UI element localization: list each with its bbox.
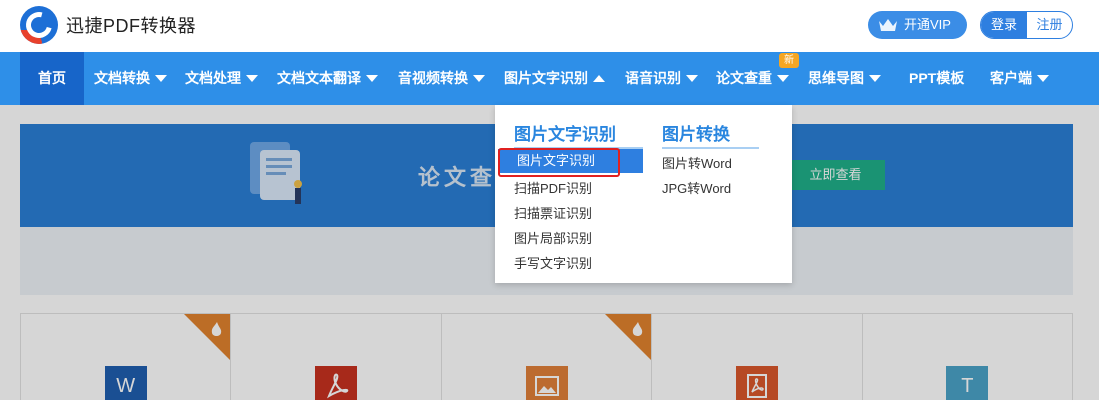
caret-down-icon xyxy=(777,75,789,82)
nav-label: 思维导图 xyxy=(808,70,864,86)
nav-label: 论文查重 xyxy=(716,70,772,86)
nav-item-translate[interactable]: 文档文本翻译 xyxy=(277,52,378,105)
dropdown-col-title-image-convert: 图片转换 xyxy=(662,125,730,144)
crown-icon xyxy=(879,19,897,31)
dropdown-item-image-to-word[interactable]: 图片转Word xyxy=(662,153,732,172)
caret-down-icon xyxy=(155,75,167,82)
nav-item-ppt[interactable]: PPT模板 xyxy=(909,52,964,105)
nav-label: 客户端 xyxy=(990,70,1032,86)
nav-item-mindmap[interactable]: 思维导图 xyxy=(808,52,881,105)
nav-label: 文档转换 xyxy=(94,70,150,86)
dropdown-item-scan-ticket[interactable]: 扫描票证识别 xyxy=(514,203,592,222)
caret-down-icon xyxy=(686,75,698,82)
register-button[interactable]: 注册 xyxy=(1027,12,1072,38)
nav-label: 文档处理 xyxy=(185,70,241,86)
nav-label: 图片文字识别 xyxy=(504,70,588,86)
nav-item-image-ocr[interactable]: 图片文字识别 xyxy=(504,52,605,105)
dropdown-item-jpg-to-word[interactable]: JPG转Word xyxy=(662,178,731,197)
nav-item-client[interactable]: 客户端 xyxy=(990,52,1049,105)
header: 迅捷PDF转换器 开通VIP 登录 注册 xyxy=(0,0,1099,52)
nav-item-doc-process[interactable]: 文档处理 xyxy=(185,52,258,105)
brand-name[interactable]: 迅捷PDF转换器 xyxy=(66,12,196,38)
nav-item-speech[interactable]: 语音识别 xyxy=(625,52,698,105)
divider xyxy=(662,147,759,149)
nav-item-doc-convert[interactable]: 文档转换 xyxy=(94,52,167,105)
nav-label: PPT模板 xyxy=(909,70,965,86)
image-ocr-dropdown: 图片文字识别 图片文字识别 扫描PDF识别 扫描票证识别 图片局部识别 手写文字… xyxy=(495,105,792,283)
nav-label: 音视频转换 xyxy=(398,70,468,86)
nav-label: 语音识别 xyxy=(625,70,681,86)
dropdown-item-partial-ocr[interactable]: 图片局部识别 xyxy=(514,228,592,247)
logo-icon[interactable] xyxy=(20,6,58,44)
dropdown-item-scan-pdf[interactable]: 扫描PDF识别 xyxy=(514,178,592,197)
login-button[interactable]: 登录 xyxy=(981,12,1027,38)
nav-item-av-convert[interactable]: 音视频转换 xyxy=(398,52,485,105)
nav-label: 首页 xyxy=(38,70,66,86)
dropdown-col-title-ocr: 图片文字识别 xyxy=(514,125,616,144)
nav-item-home[interactable]: 首页 xyxy=(20,52,84,105)
selection-highlight xyxy=(498,148,620,177)
nav-label: 文档文本翻译 xyxy=(277,70,361,86)
caret-down-icon xyxy=(1037,75,1049,82)
main-nav: 首页 文档转换 文档处理 文档文本翻译 音视频转换 图片文字识别 语音识别 论文… xyxy=(0,52,1099,105)
vip-button[interactable]: 开通VIP xyxy=(868,11,967,39)
new-badge: 新 xyxy=(779,53,799,68)
caret-down-icon xyxy=(366,75,378,82)
caret-down-icon xyxy=(473,75,485,82)
vip-label: 开通VIP xyxy=(904,17,951,32)
caret-down-icon xyxy=(246,75,258,82)
auth-group: 登录 注册 xyxy=(980,11,1073,39)
caret-up-icon xyxy=(593,75,605,82)
caret-down-icon xyxy=(869,75,881,82)
dropdown-item-handwriting[interactable]: 手写文字识别 xyxy=(514,253,592,272)
